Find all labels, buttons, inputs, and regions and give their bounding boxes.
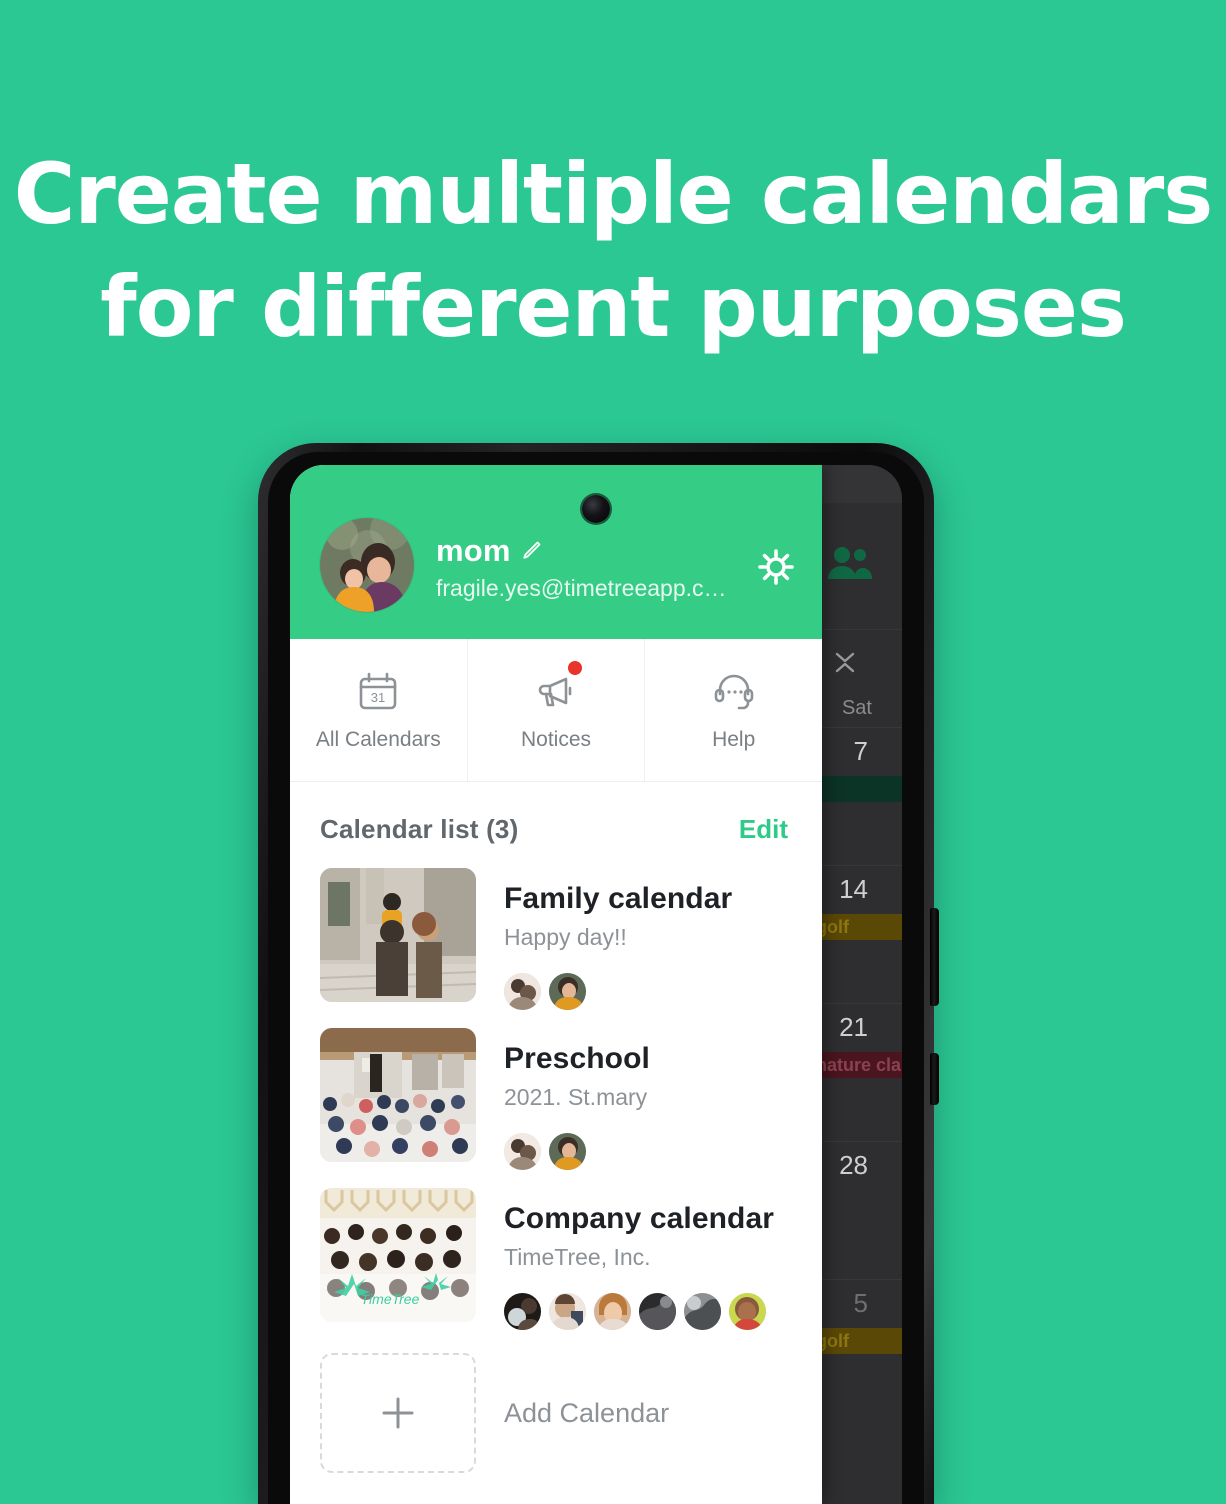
member-avatar[interactable] [549, 973, 586, 1010]
pencil-icon[interactable] [519, 539, 543, 563]
drawer-tabs: 31 All Calendars Notices Help [290, 639, 822, 782]
profile-email: fragile.yes@timetreeapp.com [436, 574, 730, 601]
tab-label: All Calendars [315, 728, 441, 751]
phone-mockup: Sat 7 14 golf 21 nature cla 28 5 golf mo… [258, 443, 939, 1504]
front-camera-icon [582, 495, 610, 523]
add-calendar-button[interactable]: Add Calendar [290, 1339, 822, 1473]
event-chip[interactable] [810, 776, 902, 802]
notices-badge [568, 661, 583, 675]
profile-name: mom [436, 532, 511, 568]
power-button[interactable] [930, 908, 939, 1006]
member-avatar[interactable] [639, 1293, 676, 1330]
member-avatar[interactable] [504, 973, 541, 1010]
profile-name-row[interactable]: mom [436, 533, 730, 569]
calendar-thumbnail [320, 1028, 476, 1162]
tab-help[interactable]: Help [644, 639, 822, 781]
member-avatar[interactable] [549, 1293, 586, 1330]
event-chip[interactable]: nature cla [810, 1052, 902, 1078]
member-avatars [504, 973, 800, 1010]
calendar-note: 2021. St.mary [504, 1084, 648, 1110]
day-number: 7 [853, 736, 868, 766]
calendar-note: Happy day!! [504, 924, 627, 950]
event-chip[interactable]: golf [810, 914, 902, 940]
member-avatar[interactable] [594, 1293, 631, 1330]
list-item[interactable]: Preschool 2021. St.mary [290, 1019, 822, 1179]
member-avatar[interactable] [504, 1133, 541, 1170]
calendar-meta: Company calendar TimeTree, Inc. [504, 1188, 800, 1330]
tab-label: Help [712, 728, 756, 751]
tab-label: Notices [520, 728, 592, 751]
people-icon[interactable] [822, 543, 878, 585]
calendar-name: Company calendar [504, 1202, 775, 1235]
member-avatar[interactable] [684, 1293, 721, 1330]
calendar-list-title: Calendar list (3) [320, 814, 519, 844]
calendar-weekday-sat: Sat [841, 697, 872, 719]
add-calendar-label: Add Calendar [504, 1397, 670, 1428]
headline-line-2: for different purposes [100, 258, 1127, 356]
gear-icon [755, 546, 797, 588]
profile-text: mom fragile.yes@timetreeapp.com [436, 533, 730, 602]
calendar-name: Family calendar [504, 882, 733, 915]
member-avatar[interactable] [504, 1293, 541, 1330]
tab-all-calendars[interactable]: 31 All Calendars [290, 639, 467, 781]
svg-text:31: 31 [371, 690, 385, 705]
avatar[interactable] [320, 518, 414, 612]
member-avatars [504, 1133, 800, 1170]
member-avatar[interactable] [549, 1133, 586, 1170]
calendar-name: Preschool [504, 1042, 650, 1075]
tab-notices[interactable]: Notices [466, 639, 645, 781]
calendar-thumbnail: TimeTree [320, 1188, 476, 1322]
settings-button[interactable] [730, 546, 822, 588]
calendar-list: Family calendar Happy day!! Preschool 20… [290, 859, 822, 1504]
calendar-list-header: Calendar list (3) Edit [290, 782, 822, 859]
megaphone-icon [533, 668, 579, 714]
member-avatar[interactable] [729, 1293, 766, 1330]
add-calendar-box [320, 1353, 476, 1473]
member-avatars [504, 1293, 800, 1330]
calendar-meta: Preschool 2021. St.mary [504, 1028, 800, 1170]
calendar-31-icon: 31 [355, 668, 401, 714]
day-number: 5 [853, 1288, 868, 1318]
edit-button[interactable]: Edit [739, 814, 788, 845]
chevron-collapse-icon [832, 646, 858, 676]
calendar-note: TimeTree, Inc. [504, 1244, 651, 1270]
headline-line-1: Create multiple calendars [13, 145, 1214, 243]
event-chip[interactable]: golf [810, 1328, 902, 1354]
phone-screen: Sat 7 14 golf 21 nature cla 28 5 golf mo… [290, 465, 902, 1504]
svg-text:TimeTree: TimeTree [361, 1291, 420, 1307]
day-number: 21 [839, 1012, 868, 1042]
page-title: Create multiple calendars for different … [0, 138, 1226, 364]
calendar-thumbnail [320, 868, 476, 1002]
headset-icon [711, 668, 757, 714]
side-drawer: mom fragile.yes@timetreeapp.com 31 All C… [290, 465, 822, 1504]
plus-icon [377, 1392, 419, 1434]
list-item[interactable]: Family calendar Happy day!! [290, 859, 822, 1019]
profile-header: mom fragile.yes@timetreeapp.com [290, 465, 822, 639]
day-number: 14 [839, 874, 868, 904]
calendar-meta: Family calendar Happy day!! [504, 868, 800, 1010]
day-number: 28 [839, 1150, 868, 1180]
volume-button[interactable] [930, 1053, 939, 1105]
list-item[interactable]: TimeTree Company calendar TimeTree, Inc. [290, 1179, 822, 1339]
